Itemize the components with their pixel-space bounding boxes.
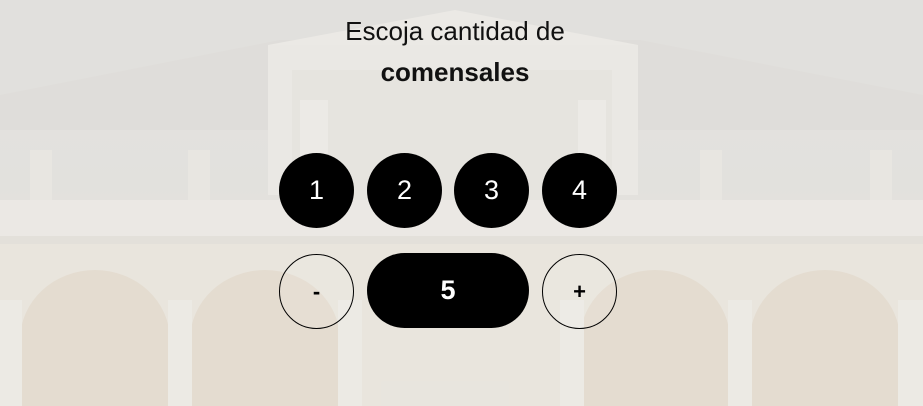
guest-count-selector: Escoja cantidad de comensales 1 2 3 4 - … bbox=[0, 0, 923, 406]
guest-option-2-button[interactable]: 2 bbox=[367, 153, 442, 228]
guest-option-3-button[interactable]: 3 bbox=[454, 153, 529, 228]
guest-count-value: 5 bbox=[367, 253, 529, 328]
heading-line-2: comensales bbox=[380, 57, 530, 87]
heading-line-1: Escoja cantidad de bbox=[345, 16, 565, 46]
guest-option-4-button[interactable]: 4 bbox=[542, 153, 617, 228]
guest-option-1-button[interactable]: 1 bbox=[279, 153, 354, 228]
decrement-button[interactable]: - bbox=[279, 254, 354, 329]
increment-button[interactable]: + bbox=[542, 254, 617, 329]
